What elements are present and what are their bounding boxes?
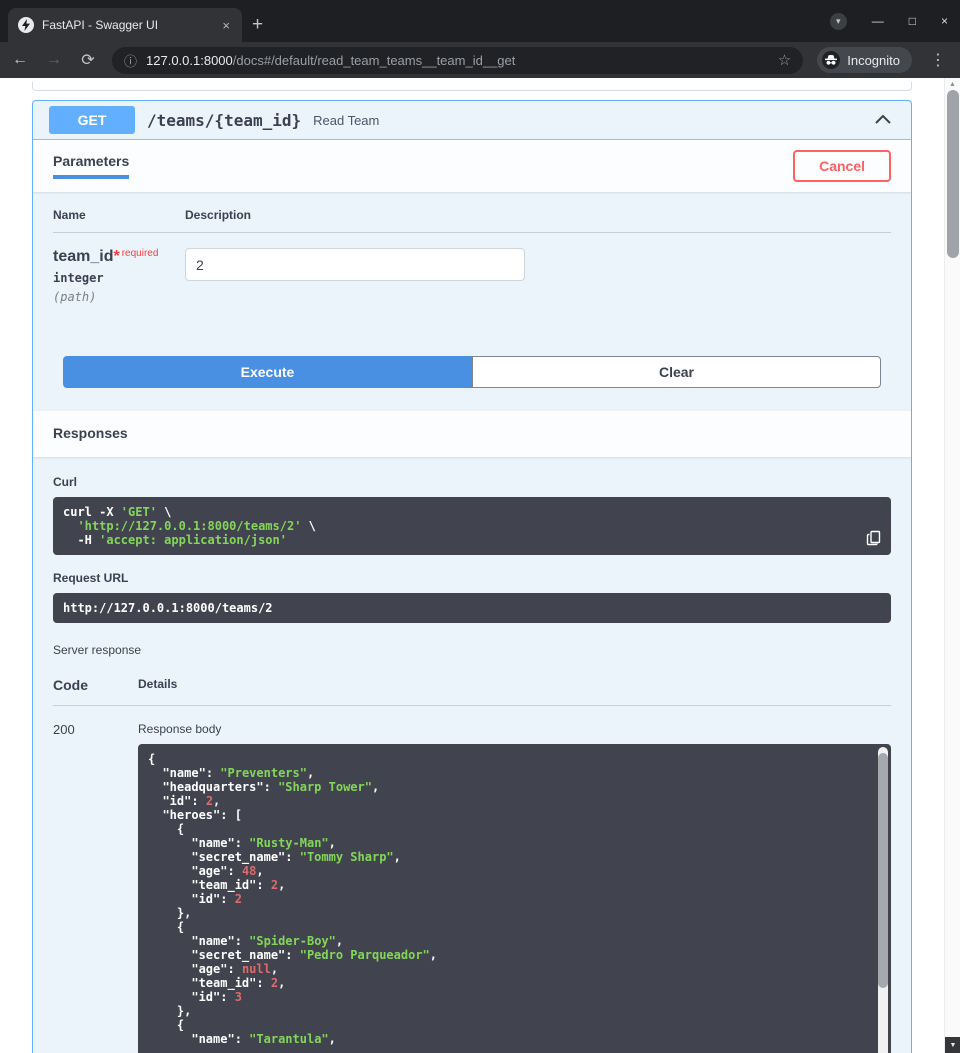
- incognito-label: Incognito: [847, 53, 900, 68]
- page-viewport: GET /teams/{team_id} Read Team Parameter…: [0, 78, 944, 1053]
- tab-search-icon[interactable]: ▾: [830, 13, 847, 30]
- request-url-label: Request URL: [53, 571, 891, 585]
- execute-wrapper: Execute Clear: [33, 338, 911, 410]
- response-body-json: { "name": "Preventers", "headquarters": …: [148, 752, 881, 1046]
- opblock-summary[interactable]: GET /teams/{team_id} Read Team: [33, 101, 911, 140]
- required-label: required: [122, 248, 159, 259]
- back-icon[interactable]: ←: [10, 51, 30, 69]
- parameters-tab[interactable]: Parameters: [53, 153, 129, 179]
- incognito-badge: Incognito: [817, 47, 912, 73]
- status-code: 200: [53, 722, 138, 1053]
- browser-menu-icon[interactable]: ⋮: [926, 50, 950, 70]
- parameter-location: (path): [53, 290, 185, 304]
- address-bar[interactable]: ⓘ 127.0.0.1:8000/docs#/default/read_team…: [112, 47, 803, 74]
- swagger-content: GET /teams/{team_id} Read Team Parameter…: [32, 82, 912, 1053]
- page-area: GET /teams/{team_id} Read Team Parameter…: [0, 78, 960, 1053]
- response-details-cell: Response body { "name": "Preventers", "h…: [138, 722, 891, 1053]
- response-body-label: Response body: [138, 722, 891, 736]
- curl-command-text: curl -X 'GET' \ 'http://127.0.0.1:8000/t…: [63, 505, 881, 547]
- responses-title: Responses: [53, 425, 128, 441]
- parameters-table: Name Description team_id*required intege…: [33, 192, 911, 338]
- maximize-button[interactable]: □: [909, 14, 916, 28]
- column-name: Name: [53, 208, 185, 222]
- team-id-input[interactable]: [185, 248, 525, 281]
- browser-toolbar: ← → ⟳ ⓘ 127.0.0.1:8000/docs#/default/rea…: [0, 42, 960, 78]
- request-url-block: http://127.0.0.1:8000/teams/2: [53, 593, 891, 623]
- url-host: 127.0.0.1:8000: [146, 53, 233, 68]
- reload-icon[interactable]: ⟳: [78, 50, 98, 70]
- server-response-label: Server response: [53, 643, 891, 657]
- column-code: Code: [53, 677, 138, 693]
- copy-to-clipboard-icon[interactable]: [865, 529, 883, 547]
- column-description: Description: [185, 208, 891, 222]
- parameters-section-header: Parameters Cancel: [33, 140, 911, 192]
- scrollbar-up-icon[interactable]: ▲: [945, 78, 960, 90]
- cancel-button[interactable]: Cancel: [793, 150, 891, 182]
- parameter-meta: team_id*required integer (path): [53, 248, 185, 304]
- tab-strip: FastAPI - Swagger UI × + ▾ — □ ×: [0, 0, 960, 42]
- column-details: Details: [138, 677, 891, 693]
- close-window-button[interactable]: ×: [941, 14, 948, 28]
- parameter-value-cell: [185, 248, 891, 304]
- response-scrollbar-track[interactable]: [878, 747, 888, 1053]
- previous-block-edge: [32, 82, 912, 91]
- responses-inner: Curl curl -X 'GET' \ 'http://127.0.0.1:8…: [33, 457, 911, 1053]
- parameter-row: team_id*required integer (path): [53, 233, 891, 338]
- url-text: 127.0.0.1:8000/docs#/default/read_team_t…: [146, 53, 769, 68]
- curl-label: Curl: [53, 475, 891, 489]
- collapse-chevron-icon[interactable]: [871, 107, 895, 133]
- execute-button[interactable]: Execute: [63, 356, 472, 388]
- opblock-get-read-team: GET /teams/{team_id} Read Team Parameter…: [32, 100, 912, 1053]
- responses-section-header: Responses: [33, 410, 911, 457]
- browser-tab[interactable]: FastAPI - Swagger UI ×: [8, 8, 242, 42]
- forward-icon[interactable]: →: [44, 51, 64, 69]
- bookmark-star-icon[interactable]: ☆: [778, 51, 791, 69]
- http-method-badge: GET: [49, 106, 135, 134]
- response-row: 200 Response body { "name": "Preventers"…: [53, 706, 891, 1053]
- page-info-icon[interactable]: ⓘ: [124, 51, 137, 70]
- parameter-name: team_id*required: [53, 248, 185, 266]
- url-path: /docs#/default/read_team_teams__team_id_…: [233, 53, 516, 68]
- minimize-button[interactable]: —: [872, 14, 884, 28]
- response-table-header: Code Details: [53, 665, 891, 706]
- scrollbar-down-icon[interactable]: ▼: [945, 1037, 960, 1053]
- incognito-spy-icon: [822, 51, 840, 69]
- request-url-text: http://127.0.0.1:8000/teams/2: [63, 601, 881, 615]
- tab-close-icon[interactable]: ×: [220, 18, 232, 33]
- curl-command-block: curl -X 'GET' \ 'http://127.0.0.1:8000/t…: [53, 497, 891, 555]
- page-scrollbar-thumb[interactable]: [947, 90, 959, 258]
- response-body-block: { "name": "Preventers", "headquarters": …: [138, 744, 891, 1053]
- response-scrollbar-thumb[interactable]: [878, 753, 888, 988]
- browser-window: FastAPI - Swagger UI × + ▾ — □ × ← → ⟳ ⓘ…: [0, 0, 960, 1053]
- fastapi-favicon-icon: [18, 17, 34, 33]
- page-scrollbar[interactable]: ▲ ▼: [944, 78, 960, 1053]
- tab-title: FastAPI - Swagger UI: [42, 18, 212, 32]
- required-star: *: [113, 248, 119, 265]
- new-tab-button[interactable]: +: [252, 14, 263, 36]
- window-controls: ▾ — □ ×: [830, 0, 948, 42]
- clear-button[interactable]: Clear: [472, 356, 881, 388]
- endpoint-path: /teams/{team_id}: [147, 111, 301, 130]
- parameter-type: integer: [53, 271, 185, 285]
- parameters-table-header: Name Description: [53, 208, 891, 233]
- endpoint-summary: Read Team: [313, 113, 379, 128]
